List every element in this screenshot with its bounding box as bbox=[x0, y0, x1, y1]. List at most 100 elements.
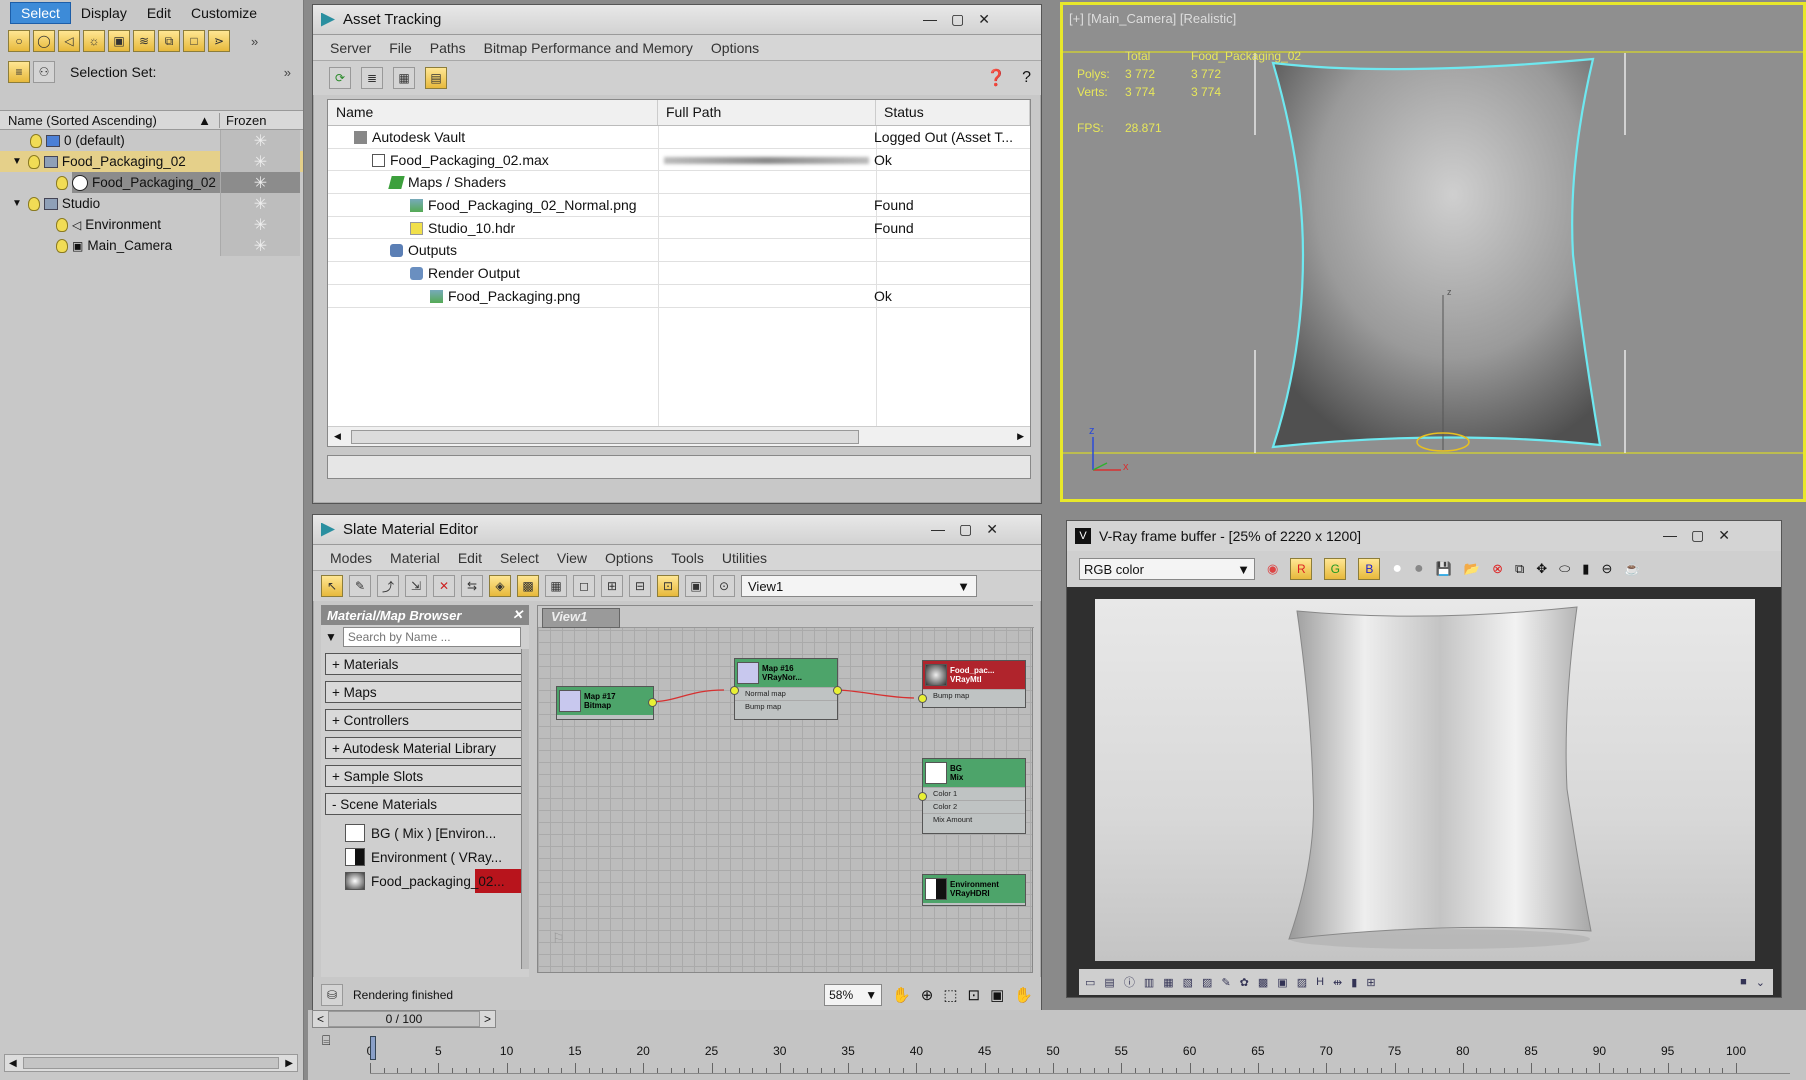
scroll-thumb[interactable] bbox=[22, 1057, 280, 1069]
asset-row[interactable]: Maps / Shaders bbox=[328, 171, 1030, 195]
output-socket[interactable] bbox=[833, 686, 842, 695]
expand-arrow-icon[interactable]: ▼ bbox=[12, 198, 22, 209]
list-view-icon[interactable]: ≣ bbox=[361, 67, 383, 89]
red-channel-icon[interactable]: R bbox=[1290, 558, 1313, 580]
menu-select[interactable]: Select bbox=[491, 550, 548, 566]
freeze-icon[interactable]: ✳ bbox=[220, 130, 300, 151]
menu-file[interactable]: File bbox=[380, 40, 421, 56]
history-icon[interactable]: ▭ bbox=[1085, 976, 1095, 989]
info-icon[interactable]: ⓘ bbox=[1124, 974, 1135, 990]
asset-row[interactable]: Outputs bbox=[328, 239, 1030, 263]
scene-material-item[interactable]: Food_packaging_02... bbox=[337, 869, 529, 893]
show-background-icon[interactable]: ▩ bbox=[517, 575, 539, 597]
stamp-icon[interactable]: ■ bbox=[1740, 976, 1747, 988]
show-pixel-icon[interactable]: H bbox=[1316, 976, 1324, 988]
material-browser-toggle-icon[interactable]: ⊡ bbox=[657, 575, 679, 597]
close-icon[interactable]: ✕ bbox=[1718, 527, 1730, 544]
search-input[interactable] bbox=[342, 627, 521, 647]
tree-row-camera[interactable]: ▣ Main_Camera ✳ bbox=[0, 235, 303, 256]
node-slot[interactable]: Color 1 bbox=[923, 787, 1025, 800]
put-material-icon[interactable]: ⤴ bbox=[377, 575, 399, 597]
maximize-icon[interactable]: ▢ bbox=[1691, 527, 1704, 544]
white-balance-icon[interactable]: ✎ bbox=[1221, 976, 1230, 989]
tree-row-food-object[interactable]: Food_Packaging_02 ✳ bbox=[0, 172, 303, 193]
asset-row[interactable]: Food_Packaging_02_Normal.png Found bbox=[328, 194, 1030, 217]
geometry-filter-icon[interactable]: ◯ bbox=[33, 30, 55, 52]
stop-render-icon[interactable]: ⊖ bbox=[1601, 561, 1612, 577]
node-slot[interactable]: Bump map bbox=[923, 689, 1025, 702]
shapes-filter-icon[interactable]: ◁ bbox=[58, 30, 80, 52]
compare-icon[interactable]: ▮ bbox=[1351, 976, 1357, 989]
node-food-vraymtl[interactable]: Food_pac... VRayMtl Bump map bbox=[922, 660, 1026, 708]
scroll-left-icon[interactable]: ◀ bbox=[9, 1058, 17, 1069]
alpha-icon[interactable]: ● bbox=[1392, 560, 1402, 578]
maximize-icon[interactable]: ▢ bbox=[959, 521, 972, 538]
scene-material-item[interactable]: BG ( Mix ) [Environ... bbox=[337, 821, 529, 845]
mini-curve-editor-icon[interactable]: ⌸ bbox=[322, 1032, 330, 1049]
menu-utilities[interactable]: Utilities bbox=[713, 550, 776, 566]
viewport-label[interactable]: [+] [Main_Camera] [Realistic] bbox=[1069, 11, 1236, 26]
nav-icon[interactable]: ⊙ bbox=[713, 575, 735, 597]
help-icon[interactable]: ? bbox=[1022, 69, 1031, 87]
scroll-left-icon[interactable]: ◀ bbox=[334, 431, 341, 442]
rollout-autodesk-material-library[interactable]: + Autodesk Material Library bbox=[325, 737, 523, 759]
rollout-sample-slots[interactable]: + Sample Slots bbox=[325, 765, 523, 787]
helpers-filter-icon[interactable]: ≋ bbox=[133, 30, 155, 52]
time-slider[interactable]: < 0 / 100 > bbox=[312, 1010, 496, 1028]
light-bulb-icon[interactable] bbox=[56, 175, 68, 190]
node-slot[interactable]: Normal map bbox=[735, 687, 837, 700]
prev-frame-icon[interactable]: < bbox=[313, 1012, 328, 1026]
tree-row-default[interactable]: 0 (default) ✳ bbox=[0, 130, 303, 151]
layer-explorer-icon[interactable]: ≡ bbox=[8, 61, 30, 83]
ocio-icon[interactable]: ▨ bbox=[1297, 976, 1307, 989]
freeze-icon[interactable]: ✳ bbox=[220, 172, 300, 193]
lights-filter-icon[interactable]: ☼ bbox=[83, 30, 105, 52]
zoom-selected-icon[interactable]: ▣ bbox=[990, 986, 1004, 1004]
rollout-scene-materials[interactable]: - Scene Materials bbox=[325, 793, 523, 815]
minimize-icon[interactable]: — bbox=[931, 521, 945, 538]
duplicate-to-buffer-icon[interactable]: ⧉ bbox=[1515, 561, 1524, 577]
layout-icon[interactable]: ◻ bbox=[573, 575, 595, 597]
scroll-right-icon[interactable]: ▶ bbox=[285, 1058, 293, 1069]
freeze-icon[interactable]: ✳ bbox=[220, 151, 300, 172]
groups-filter-icon[interactable]: □ bbox=[183, 30, 205, 52]
asset-hscrollbar[interactable]: ◀ ▶ bbox=[328, 426, 1030, 446]
node-slot[interactable]: Bump map bbox=[735, 700, 837, 713]
show-map-icon[interactable]: ◈ bbox=[489, 575, 511, 597]
menu-options[interactable]: Options bbox=[596, 550, 662, 566]
filter-dropdown-icon[interactable]: ▼ bbox=[325, 630, 337, 644]
menu-options[interactable]: Options bbox=[702, 40, 768, 56]
menu-paths[interactable]: Paths bbox=[421, 40, 475, 56]
mono-icon[interactable]: ● bbox=[1414, 560, 1424, 578]
rollout-controllers[interactable]: + Controllers bbox=[325, 709, 523, 731]
navigator-icon[interactable]: ⚐ bbox=[552, 930, 565, 947]
close-icon[interactable]: ✕ bbox=[512, 607, 523, 623]
node-map17-bitmap[interactable]: Map #17 Bitmap bbox=[556, 686, 654, 720]
hue-icon[interactable]: ✿ bbox=[1240, 976, 1249, 989]
menu-material[interactable]: Material bbox=[381, 550, 449, 566]
menu-view[interactable]: View bbox=[548, 550, 596, 566]
freeze-icon[interactable]: ✳ bbox=[220, 193, 300, 214]
lens-fx-icon[interactable]: ⊞ bbox=[1366, 976, 1375, 989]
curve-icon[interactable]: ▧ bbox=[1183, 976, 1193, 989]
light-bulb-icon[interactable] bbox=[30, 133, 42, 148]
node-view[interactable]: View1 Map #17 Bitmap Map #16 VRayNor... No… bbox=[537, 605, 1034, 973]
rollout-maps[interactable]: + Maps bbox=[325, 681, 523, 703]
input-socket[interactable] bbox=[730, 686, 739, 695]
col-frozen[interactable]: Frozen bbox=[220, 113, 266, 128]
layout-children-icon[interactable]: ⊞ bbox=[601, 575, 623, 597]
table-view-icon[interactable]: ▤ bbox=[425, 67, 447, 89]
light-bulb-icon[interactable] bbox=[56, 238, 68, 253]
hierarchy-icon[interactable]: ⚇ bbox=[33, 61, 55, 83]
asset-row[interactable]: Food_Packaging_02.max Ok bbox=[328, 149, 1030, 172]
icc-icon[interactable]: ▣ bbox=[1277, 976, 1287, 989]
minimize-icon[interactable]: — bbox=[1663, 527, 1677, 544]
cameras-filter-icon[interactable]: ▣ bbox=[108, 30, 130, 52]
view-select[interactable]: View1 ▼ bbox=[741, 575, 977, 597]
col-status[interactable]: Status bbox=[876, 100, 1030, 125]
scene-material-item[interactable]: Environment ( VRay... bbox=[337, 845, 529, 869]
asset-row[interactable]: Studio_10.hdr Found bbox=[328, 217, 1030, 240]
exposure-icon[interactable]: ▨ bbox=[1202, 976, 1212, 989]
vault-help-icon[interactable]: ❓ bbox=[986, 68, 1006, 88]
move-children-icon[interactable]: ⇆ bbox=[461, 575, 483, 597]
